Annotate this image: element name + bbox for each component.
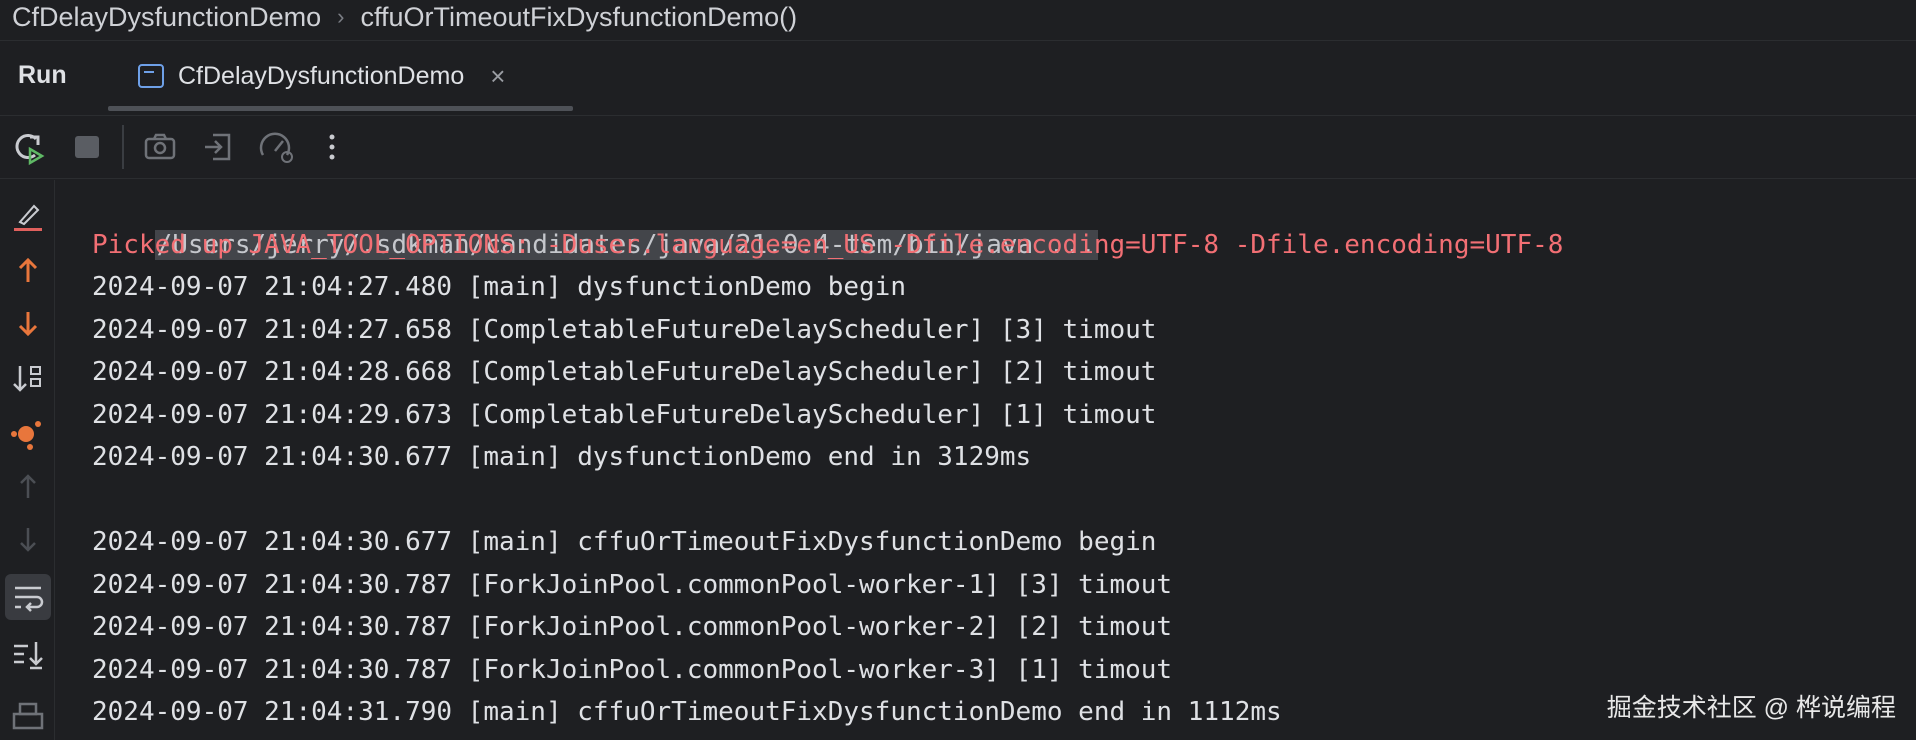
run-config-icon (138, 64, 164, 88)
console-output[interactable]: /Users/jerry/.sdkman/candidates/java/21.… (92, 181, 1916, 740)
stop-icon[interactable] (68, 127, 108, 167)
console-line: 2024-09-07 21:04:30.787 [ForkJoinPool.co… (92, 654, 1173, 685)
breadcrumb-class[interactable]: CfDelayDysfunctionDemo (12, 2, 321, 33)
tab-title: CfDelayDysfunctionDemo (178, 61, 465, 90)
console-warning-line: Picked up JAVA_TOOL_OPTIONS: -Duser.lang… (92, 229, 1564, 260)
exit-icon[interactable] (199, 127, 239, 167)
watermark: 掘金技术社区 @ 桦说编程 (1606, 694, 1896, 722)
console-line: 2024-09-07 21:04:30.787 [ForkJoinPool.co… (92, 569, 1173, 600)
prev-icon[interactable] (8, 466, 48, 506)
run-toolbar (0, 115, 1916, 179)
scroll-to-end-icon[interactable] (8, 634, 48, 674)
tab-active-indicator (108, 106, 573, 111)
sort-icon[interactable] (8, 358, 48, 398)
console-line: 2024-09-07 21:04:29.673 [CompletableFutu… (92, 399, 1157, 430)
print-icon[interactable] (8, 690, 48, 730)
console-line: 2024-09-07 21:04:30.677 [main] cffuOrTim… (92, 527, 1157, 557)
console-line: 2024-09-07 21:04:27.480 [main] dysfuncti… (92, 272, 906, 302)
console-command-line: /Users/jerry/.sdkman/candidates/java/21.… (92, 181, 1916, 260)
soft-wrap-icon[interactable] (5, 574, 51, 620)
clear-icon[interactable] (8, 196, 48, 236)
run-panel-label: Run (18, 61, 67, 89)
console-scrollbar[interactable] (1902, 180, 1916, 740)
scroll-down-icon[interactable] (8, 304, 48, 344)
console-line: 2024-09-07 21:04:28.668 [CompletableFutu… (92, 357, 1157, 387)
breadcrumb-separator: › (337, 4, 345, 29)
breadcrumb-method[interactable]: cffuOrTimeoutFixDysfunctionDemo() (360, 2, 797, 33)
close-icon[interactable]: × (490, 61, 505, 92)
next-icon[interactable] (8, 520, 48, 560)
toolbar-separator (122, 125, 124, 169)
scroll-up-icon[interactable] (8, 250, 48, 290)
console-line: 2024-09-07 21:04:30.787 [ForkJoinPool.co… (92, 612, 1173, 642)
run-tab-bar: Run CfDelayDysfunctionDemo × (0, 40, 1916, 111)
console-line: 2024-09-07 21:04:27.658 [CompletableFutu… (92, 314, 1157, 345)
console-line: 2024-09-07 21:04:30.677 [main] dysfuncti… (92, 442, 1032, 472)
console-gutter (0, 180, 55, 740)
debug-node-icon[interactable] (8, 412, 48, 452)
tab-cfdelaydysfunctiondemo[interactable]: CfDelayDysfunctionDemo × (108, 41, 573, 111)
more-icon[interactable] (312, 127, 352, 167)
breadcrumb: CfDelayDysfunctionDemo › cffuOrTimeoutFi… (0, 0, 1916, 34)
rerun-icon[interactable] (8, 127, 48, 167)
screenshot-icon[interactable] (141, 127, 181, 167)
profiler-icon[interactable] (257, 127, 297, 167)
